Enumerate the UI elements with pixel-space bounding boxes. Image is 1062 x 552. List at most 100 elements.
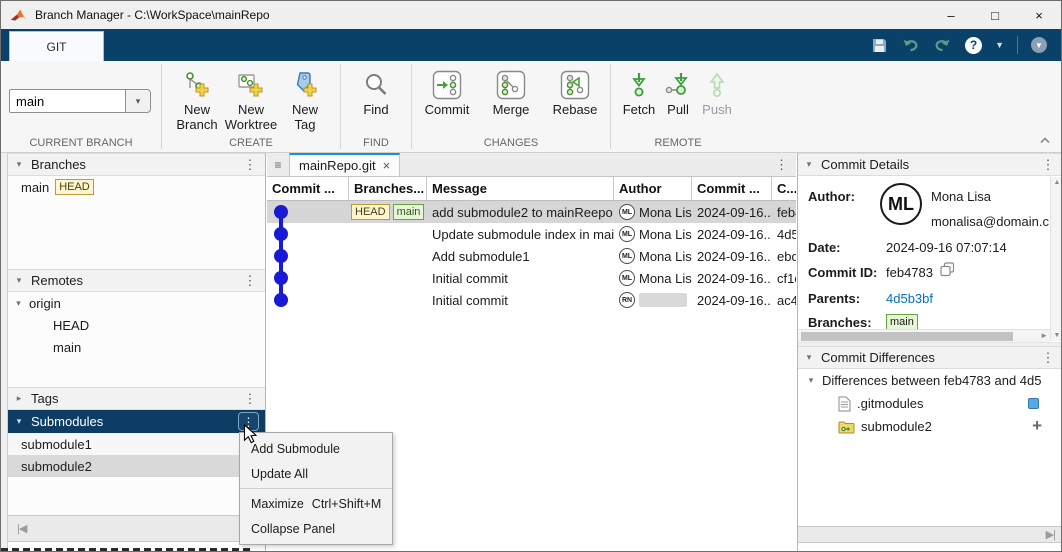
remote-branch-head[interactable]: HEAD [8,314,265,336]
tab-mainrepo[interactable]: mainRepo.git × [289,153,401,176]
current-branch-input[interactable] [9,89,125,113]
menu-item-add-submodule[interactable]: Add Submodule [240,436,392,461]
collapse-right-panel-bar[interactable]: ▶| [798,526,1061,543]
diff-file-submodule2[interactable]: submodule2 + [798,415,1061,438]
commit-id-cell: 4d5 [777,226,796,242]
column-header-id[interactable]: C... [772,177,796,200]
collapse-right-icon[interactable]: ▶| [1046,528,1056,541]
scrollbar-thumb[interactable] [801,332,1013,341]
branches-cell [349,289,427,311]
tab-list-icon[interactable]: ≡ [267,153,289,176]
commit-differences-menu-icon[interactable]: ⋮ [1039,350,1057,366]
table-row[interactable]: Initial commit RN 2024-09-16... ac4 [267,289,796,311]
tab-git[interactable]: GIT [9,31,104,61]
author-avatar: ML [619,248,635,264]
commit-graph-node[interactable] [274,293,288,307]
section-header-submodules[interactable]: ▾ Submodules ⋮ [8,410,265,433]
collapse-left-panel-bar[interactable]: |◀ [8,515,265,542]
app-window: Branch Manager - C:\WorkSpace\mainRepo –… [0,0,1062,552]
section-header-commit-differences[interactable]: ▾ Commit Differences ⋮ [798,346,1061,369]
table-row[interactable]: Initial commit ML Mona Lis 2024-09-16...… [267,267,796,289]
new-worktree-button[interactable]: New Worktree [224,65,278,132]
horizontal-scrollbar[interactable]: ► [798,329,1050,342]
column-header-author[interactable]: Author [614,177,692,200]
merge-button[interactable]: Merge [484,65,538,117]
undo-icon[interactable] [901,37,920,53]
submodule-item-2[interactable]: submodule2 [8,455,265,477]
help-icon[interactable]: ? [965,36,983,54]
parent-commit-link[interactable]: 4d5b3bf [886,291,933,306]
remote-branch-main[interactable]: main [8,336,265,358]
collapse-triangle-icon[interactable]: ▾ [14,275,24,286]
current-branch-dropdown-icon[interactable]: ▾ [125,89,151,113]
fetch-button[interactable]: Fetch [619,65,659,117]
commit-graph-node[interactable] [274,249,288,263]
close-button[interactable]: × [1017,1,1061,29]
rebase-button[interactable]: Rebase [548,65,602,117]
commit-details-menu-icon[interactable]: ⋮ [1039,157,1057,173]
commit-graph-node[interactable] [274,227,288,241]
collapse-ribbon-icon[interactable] [1039,132,1051,147]
copy-icon[interactable] [940,262,955,280]
scroll-up-icon[interactable]: ▲ [1051,179,1061,186]
commit-graph-node[interactable] [274,205,288,219]
section-header-commit-details[interactable]: ▾ Commit Details ⋮ [798,153,1061,176]
expand-triangle-icon[interactable]: ▾ [14,298,23,309]
collapse-triangle-icon[interactable]: ▾ [14,416,24,427]
differences-group-row[interactable]: ▾ Differences between feb4783 and 4d5 [798,369,1061,392]
commit-graph-node[interactable] [274,271,288,285]
section-header-branches[interactable]: ▾ Branches ⋮ [8,153,265,176]
branches-section-title: Branches [31,157,86,172]
author-label: Author: [808,189,855,204]
minimize-button[interactable]: – [929,1,973,29]
section-header-tags[interactable]: ▸ Tags ⋮ [8,387,265,410]
column-header-branches[interactable]: Branches... [349,177,427,200]
merge-icon [496,68,526,102]
table-header-row: Commit ... Branches... Message Author Co… [267,177,796,201]
remotes-menu-icon[interactable]: ⋮ [241,273,259,289]
collapse-left-icon[interactable]: |◀ [17,522,27,535]
branches-menu-icon[interactable]: ⋮ [241,157,259,173]
help-dropdown-icon[interactable]: ▼ [995,40,1004,50]
tags-menu-icon[interactable]: ⋮ [241,391,259,407]
column-header-date[interactable]: Commit ... [692,177,772,200]
branch-item-main[interactable]: main HEAD [8,176,265,198]
panel-menu-icon[interactable]: ⋮ [775,153,788,176]
table-row[interactable]: Update submodule index in mai... ML Mona… [267,223,796,245]
menu-item-collapse-panel[interactable]: Collapse Panel [240,516,392,541]
find-button[interactable]: Find [349,65,403,117]
section-header-remotes[interactable]: ▾ Remotes ⋮ [8,269,265,292]
message-cell: Initial commit [432,270,508,286]
table-row[interactable]: HEAD main add submodule2 to mainReepo ML… [267,201,796,223]
collapse-triangle-icon[interactable]: ▾ [14,159,24,170]
expand-triangle-icon[interactable]: ▾ [806,375,816,386]
scroll-right-icon[interactable]: ► [1040,331,1048,340]
sidebar-gutter [1,153,8,551]
pull-button[interactable]: Pull [659,65,697,117]
collapse-triangle-icon[interactable]: ▾ [804,159,814,170]
title-bar: Branch Manager - C:\WorkSpace\mainRepo –… [1,1,1061,29]
new-branch-label: New Branch [176,102,218,132]
commit-id-label: Commit ID: [808,265,878,280]
redo-icon[interactable] [933,37,952,53]
menu-item-maximize[interactable]: Maximize Ctrl+Shift+M [240,491,392,516]
new-tag-button[interactable]: New Tag [278,65,332,132]
collapse-triangle-icon[interactable]: ▸ [14,393,24,404]
toolstrip-options-icon[interactable]: ▼ [1031,37,1047,53]
save-icon[interactable] [871,37,888,54]
diff-file-gitmodules[interactable]: .gitmodules [798,392,1061,415]
column-header-message[interactable]: Message [427,177,614,200]
remote-item-origin[interactable]: ▾ origin [8,292,265,314]
column-header-graph[interactable]: Commit ... [267,177,349,200]
new-branch-button[interactable]: New Branch [170,65,224,132]
menu-item-label: Add Submodule [251,441,340,456]
maximize-button[interactable]: □ [973,1,1017,29]
table-row[interactable]: Add submodule1 ML Mona Lis 2024-09-16...… [267,245,796,267]
vertical-scrollbar[interactable]: ▲ ▼ [1050,177,1061,341]
submodule-item-1[interactable]: submodule1 [8,433,265,455]
commit-button[interactable]: Commit [420,65,474,117]
menu-item-update-all[interactable]: Update All [240,461,392,486]
collapse-triangle-icon[interactable]: ▾ [804,352,814,363]
scroll-down-icon[interactable]: ▼ [1051,332,1061,339]
tab-close-icon[interactable]: × [383,158,391,173]
